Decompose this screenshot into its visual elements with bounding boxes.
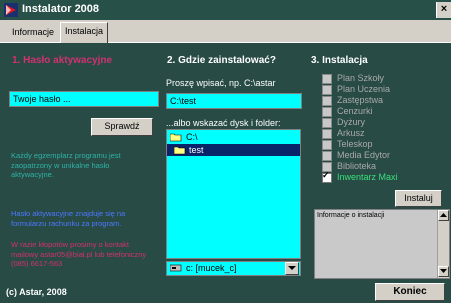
option-label: Plan Uczenia [337,84,391,94]
tab-content: 1. Hasło aktywacyjne Twoje hasło ... Spr… [0,43,451,279]
install-info-panel: Informacje o instalacji [314,209,450,279]
checkbox[interactable] [322,140,332,150]
close-button[interactable]: × [436,2,451,18]
checkbox[interactable] [322,96,332,106]
arrow-up-icon [440,213,447,217]
open-folder-icon [170,133,182,142]
option-label: Cenzurki [337,106,373,116]
info-text-2: Hasło aktywacyjne znajduje się na formul… [11,209,126,228]
option-label: Biblioteka [337,161,377,171]
drive-value: c: [mucek_c] [186,263,237,273]
chevron-down-icon [288,266,296,270]
folder-label: C:\ [186,132,198,142]
option-label: Zastępstwa [337,95,384,105]
drive-icon [170,264,182,272]
path-input[interactable]: C:\test [166,93,302,109]
choose-folder-label: ...albo wskazać dysk i folder: [166,118,281,128]
install-button[interactable]: Instaluj [395,190,442,207]
scroll-up-button[interactable] [438,210,449,221]
installer-window: Instalator 2008 × Informacje Instalacja … [0,0,451,303]
install-info-title: Informacje o instalacji [317,212,385,219]
folder-label: test [189,145,204,155]
info-scrollbar[interactable] [437,210,449,278]
title-bar: Instalator 2008 × [0,0,451,20]
checkbox[interactable] [322,85,332,95]
close-icon: × [440,3,448,15]
checkbox[interactable] [322,118,332,128]
checkmark-icon: ✓ [322,170,330,180]
tab-strip: Informacje Instalacja [0,20,451,43]
password-placeholder: Twoje hasło ... [13,94,71,104]
check-button[interactable]: Sprawdź [91,118,153,136]
drive-dropdown-button[interactable] [285,262,299,275]
password-input[interactable]: Twoje hasło ... [9,91,159,107]
checkbox[interactable] [322,151,332,161]
path-value: C:\test [170,96,197,106]
option-label: Teleskop [337,139,373,149]
tab-informacje[interactable]: Informacje [8,24,58,41]
section2-heading: 2. Gdzie zainstalować? [167,55,276,66]
window-title: Instalator 2008 [22,3,100,15]
drive-select[interactable]: c: [mucek_c] [166,261,301,276]
path-prompt: Proszę wpisać, np. C:\astar [166,78,276,88]
option-label: Plan Szkoły [337,73,385,83]
info-text-1: Każdy egzemplarz programu jest zaopatrzo… [11,151,121,179]
option-label: Media Edytor [337,150,391,160]
section3-heading: 3. Instalacja [311,55,368,66]
checkbox[interactable] [322,74,332,84]
status-bar: (c) Astar, 2008 Koniec [0,279,451,303]
copyright-text: (c) Astar, 2008 [6,287,67,297]
arrow-down-icon [440,269,447,273]
app-logo-icon [4,3,18,17]
folder-item-test[interactable]: test [167,144,300,156]
section1-heading: 1. Hasło aktywacyjne [12,55,113,66]
tab-instalacja[interactable]: Instalacja [60,22,109,43]
option-label: Arkusz [337,128,365,138]
scroll-down-button[interactable] [438,266,449,277]
open-folder-icon [174,146,186,155]
checkbox[interactable] [322,107,332,117]
exit-button[interactable]: Koniec [375,283,445,301]
checkbox[interactable] [322,129,332,139]
folder-list[interactable]: C:\ test [166,129,301,259]
option-label: Dyżury [337,117,366,127]
info-text-3: W razie kłopotów prosimy o kontakt mailo… [11,240,147,268]
option-label: Inwentarz Maxi [337,172,398,182]
